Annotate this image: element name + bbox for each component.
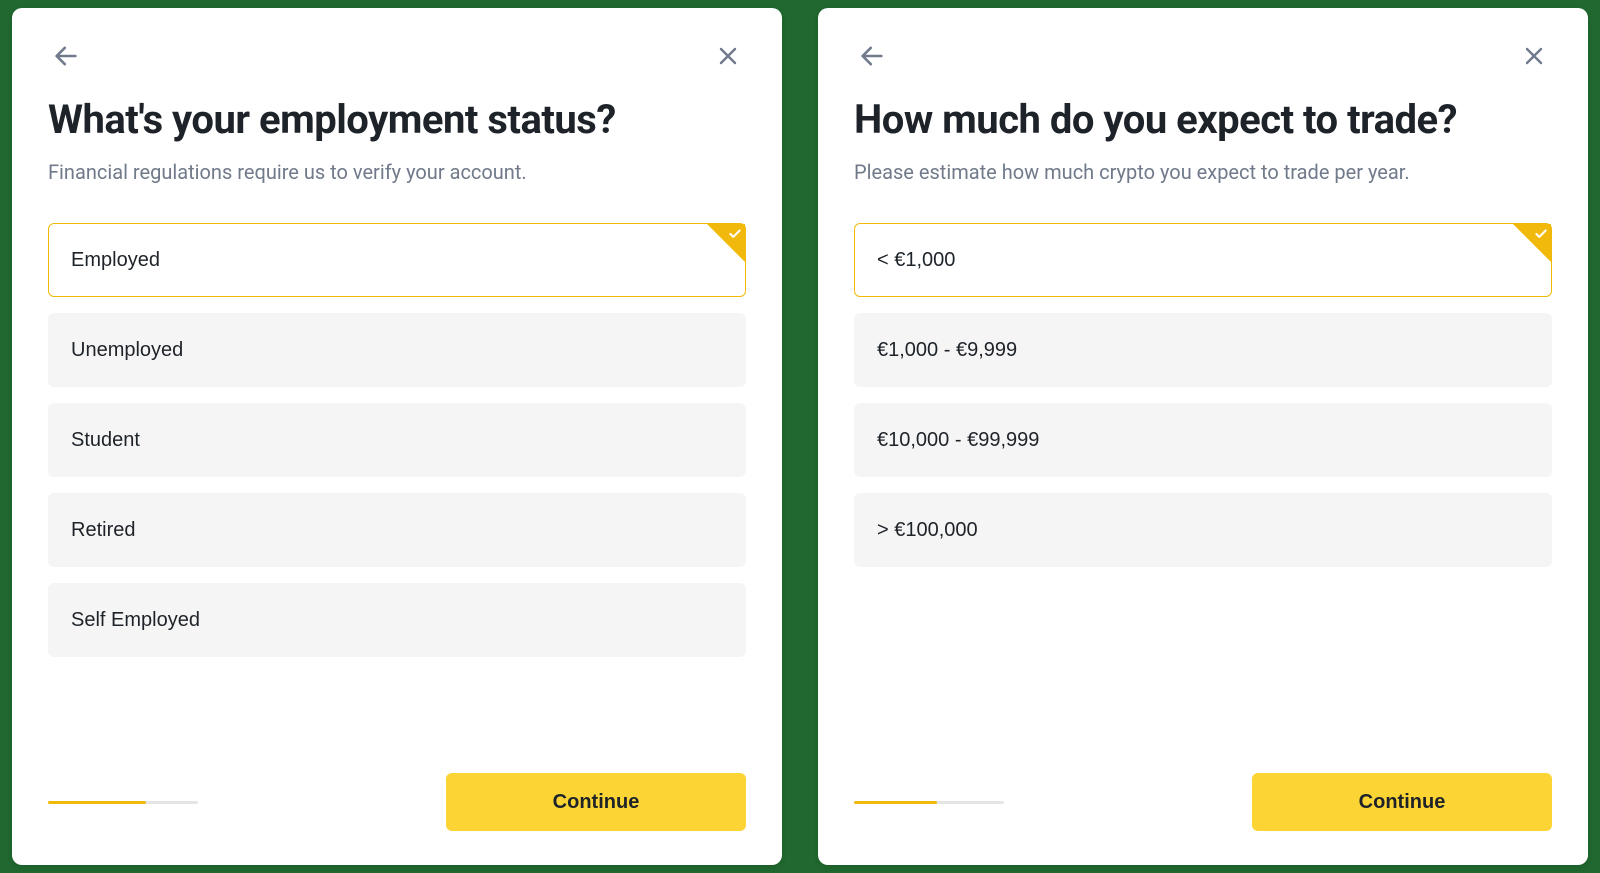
- panel-footer: Continue: [48, 743, 746, 831]
- panel-subtitle: Financial regulations require us to veri…: [48, 158, 746, 187]
- option-10000-99999[interactable]: €10,000 - €99,999: [854, 403, 1552, 477]
- progress-fill: [854, 801, 937, 804]
- panel-topbar: [48, 34, 746, 78]
- check-icon: [707, 224, 745, 262]
- panel-employment: What's your employment status? Financial…: [12, 8, 782, 865]
- onboarding-stage: What's your employment status? Financial…: [0, 0, 1600, 873]
- option-student[interactable]: Student: [48, 403, 746, 477]
- back-button[interactable]: [854, 38, 890, 74]
- panel-subtitle: Please estimate how much crypto you expe…: [854, 158, 1552, 187]
- arrow-left-icon: [52, 42, 80, 70]
- option-label: < €1,000: [877, 249, 955, 272]
- option-label: > €100,000: [877, 519, 978, 542]
- continue-button[interactable]: Continue: [446, 773, 746, 831]
- panel-topbar: [854, 34, 1552, 78]
- option-self-employed[interactable]: Self Employed: [48, 583, 746, 657]
- close-icon: [716, 44, 740, 68]
- check-icon: [1513, 224, 1551, 262]
- close-button[interactable]: [1516, 38, 1552, 74]
- option-lt-1000[interactable]: < €1,000: [854, 223, 1552, 297]
- arrow-left-icon: [858, 42, 886, 70]
- progress-bar: [48, 801, 198, 804]
- continue-button[interactable]: Continue: [1252, 773, 1552, 831]
- option-label: Employed: [71, 249, 160, 272]
- progress-fill: [48, 801, 146, 804]
- option-label: €1,000 - €9,999: [877, 339, 1017, 362]
- option-list: < €1,000 €1,000 - €9,999 €10,000 - €99,9…: [854, 223, 1552, 567]
- option-label: Self Employed: [71, 609, 200, 632]
- option-label: Retired: [71, 519, 135, 542]
- panel-trade-amount: How much do you expect to trade? Please …: [818, 8, 1588, 865]
- option-label: €10,000 - €99,999: [877, 429, 1039, 452]
- panel-title: What's your employment status?: [48, 96, 746, 144]
- option-1000-9999[interactable]: €1,000 - €9,999: [854, 313, 1552, 387]
- option-unemployed[interactable]: Unemployed: [48, 313, 746, 387]
- progress-bar: [854, 801, 1004, 804]
- panel-title: How much do you expect to trade?: [854, 96, 1552, 144]
- option-label: Unemployed: [71, 339, 183, 362]
- close-button[interactable]: [710, 38, 746, 74]
- option-retired[interactable]: Retired: [48, 493, 746, 567]
- panel-footer: Continue: [854, 743, 1552, 831]
- option-list: Employed Unemployed Student Retired Self…: [48, 223, 746, 657]
- back-button[interactable]: [48, 38, 84, 74]
- option-employed[interactable]: Employed: [48, 223, 746, 297]
- option-gt-100000[interactable]: > €100,000: [854, 493, 1552, 567]
- option-label: Student: [71, 429, 140, 452]
- close-icon: [1522, 44, 1546, 68]
